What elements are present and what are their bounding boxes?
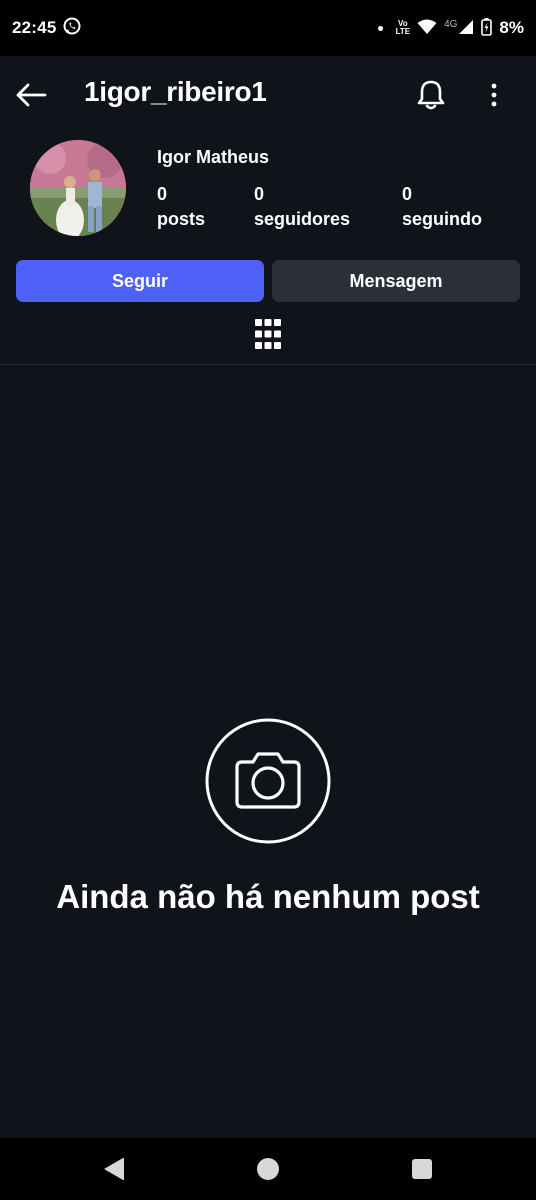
message-button[interactable]: Mensagem (272, 260, 520, 302)
stat-followers[interactable]: 0 seguidores (254, 182, 350, 232)
stat-followers-count: 0 (254, 184, 265, 204)
wifi-icon (417, 19, 437, 38)
notifications-button[interactable] (412, 76, 450, 114)
stat-posts-label: posts (157, 209, 206, 229)
back-arrow-icon (16, 83, 47, 107)
notification-dot-icon (377, 25, 383, 31)
stat-posts-count: 0 (157, 184, 168, 204)
avatar[interactable] (30, 140, 126, 236)
back-button[interactable] (14, 78, 48, 112)
stat-following-count: 0 (402, 184, 413, 204)
avatar-photo (30, 140, 126, 236)
stat-followers-label: seguidores (254, 209, 351, 229)
stat-following[interactable]: 0 seguindo (402, 182, 482, 232)
whatsapp-icon (62, 16, 82, 41)
status-time: 22:45 (12, 18, 57, 37)
bell-icon (417, 80, 445, 110)
display-name: Igor Matheus (157, 147, 270, 167)
more-vert-icon (491, 83, 497, 107)
status-bar: 22:45 Vo LTE 4G 8% (0, 0, 536, 56)
profile-username: 1igor_ribeiro1 (84, 76, 267, 107)
follow-button[interactable]: Seguir (16, 260, 264, 302)
camera-icon (205, 718, 331, 844)
volte-icon: Vo LTE (395, 19, 411, 36)
nav-recents-icon[interactable] (412, 1159, 432, 1179)
nav-back-icon (104, 1157, 124, 1181)
empty-state-message: Ainda não há nenhum post (56, 878, 480, 915)
empty-state-camera (205, 718, 331, 844)
battery-charging-icon (481, 17, 493, 39)
nav-back-button[interactable] (103, 1157, 125, 1181)
profile-header: 1igor_ribeiro1 (0, 56, 536, 132)
tab-posts-grid[interactable] (254, 318, 282, 350)
battery-percent: 8% (499, 18, 524, 37)
more-options-button[interactable] (478, 76, 510, 114)
nav-home-icon[interactable] (257, 1158, 279, 1180)
signal-icon (458, 19, 474, 38)
stat-posts[interactable]: 0 posts (157, 182, 205, 232)
grid-icon (255, 319, 281, 349)
network-type: 4G (444, 18, 458, 30)
tab-divider (0, 364, 536, 365)
stat-following-label: seguindo (402, 209, 482, 229)
